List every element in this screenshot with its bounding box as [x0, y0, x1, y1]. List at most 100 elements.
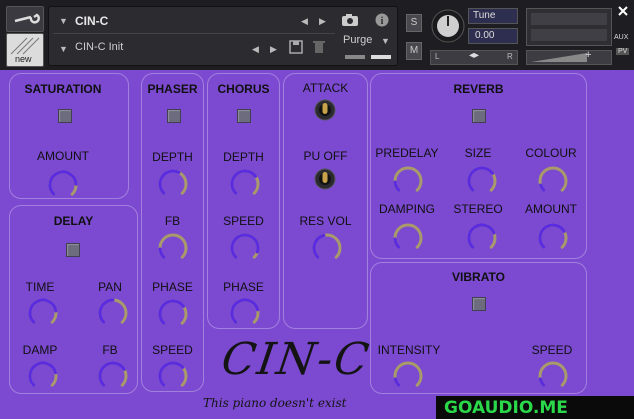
saturation-toggle[interactable] — [58, 109, 72, 123]
purge-indicator-1 — [345, 55, 365, 59]
snapshot-name[interactable]: CIN-C Init — [75, 41, 123, 53]
delay-title: DELAY — [53, 214, 94, 228]
chorus-toggle[interactable] — [237, 109, 251, 123]
phaser-toggle[interactable] — [167, 109, 181, 123]
vibrato-intensity-knob[interactable] — [391, 359, 425, 393]
pan-handle-icon[interactable]: ◂▸ — [469, 50, 479, 61]
knob-arc-icon — [467, 166, 497, 192]
reverb-predelay-label: PREDELAY — [375, 146, 439, 160]
purge-indicator-2 — [371, 55, 391, 59]
chorus-phase-knob[interactable] — [228, 296, 262, 330]
purge-dropdown-icon[interactable]: ▼ — [381, 36, 390, 46]
vibrato-title: VIBRATO — [452, 270, 505, 284]
knob-arc-icon — [98, 298, 128, 324]
delay-fb-knob[interactable] — [96, 359, 130, 393]
knob-arc-icon — [158, 299, 188, 325]
delay-damp-label: DAMP — [22, 343, 58, 357]
wrench-icon — [14, 13, 40, 24]
volume-handle-icon[interactable]: + — [585, 49, 591, 61]
phaser-depth-knob[interactable] — [156, 167, 190, 201]
phaser-phase-knob[interactable] — [156, 297, 190, 331]
wrench-button[interactable] — [6, 6, 44, 32]
aux-button[interactable]: AUX — [614, 34, 628, 41]
pan-slider[interactable]: L ◂▸ R — [430, 50, 518, 65]
knob-arc-icon — [158, 233, 188, 259]
chorus-speed-label: SPEED — [223, 214, 264, 228]
vibrato-toggle[interactable] — [472, 297, 486, 311]
chorus-phase-label: PHASE — [223, 280, 264, 294]
reverb-size-knob[interactable] — [465, 164, 499, 198]
attack-label: ATTACK — [302, 81, 349, 95]
pan-left-label: L — [435, 52, 440, 61]
tune-knob[interactable] — [430, 8, 466, 44]
delete-icon[interactable] — [313, 40, 325, 54]
phaser-depth-label: DEPTH — [152, 150, 193, 164]
instrument-next-icon[interactable]: ▶ — [319, 16, 326, 27]
instrument-dropdown-icon[interactable]: ▼ — [59, 16, 68, 26]
phaser-speed-label: SPEED — [152, 343, 193, 357]
saturation-amount-knob[interactable] — [46, 168, 80, 202]
snapshot-next-icon[interactable]: ▶ — [270, 44, 277, 55]
reverb-stereo-knob[interactable] — [465, 221, 499, 255]
instrument-prev-icon[interactable]: ◀ — [301, 16, 308, 27]
chorus-speed-knob[interactable] — [228, 231, 262, 265]
reverb-amount-label: AMOUNT — [525, 202, 577, 216]
reverb-panel: REVERB PREDELAY SIZE COLOUR DAMPING STER… — [370, 73, 587, 259]
tune-value: 0.00 — [475, 30, 495, 41]
close-icon — [618, 6, 628, 16]
phaser-phase-label: PHASE — [152, 280, 193, 294]
volume-slider[interactable]: + — [526, 49, 612, 65]
res-vol-label: RES VOL — [299, 214, 352, 228]
reverb-colour-knob[interactable] — [536, 164, 570, 198]
delay-pan-knob[interactable] — [96, 296, 130, 330]
tune-value-box[interactable]: 0.00 — [468, 28, 518, 44]
pu-off-toggle-switch[interactable] — [314, 167, 336, 191]
phaser-title: PHASER — [147, 82, 198, 96]
instrument-panel: ▼ CIN-C ◀ ▶ i ▼ CIN-C Init ◀ ▶ Purge ▼ — [48, 6, 398, 66]
delay-time-knob[interactable] — [26, 296, 60, 330]
attack-toggle-switch[interactable] — [314, 98, 336, 122]
mute-button[interactable]: M — [406, 42, 422, 60]
camera-icon[interactable] — [341, 13, 359, 27]
reverb-colour-label: COLOUR — [525, 146, 577, 160]
reverb-predelay-knob[interactable] — [391, 164, 425, 198]
snapshot-dropdown-icon[interactable]: ▼ — [59, 44, 68, 54]
chorus-title: CHORUS — [217, 82, 270, 96]
watermark-text: GOAUDIO.ME — [444, 398, 568, 418]
chorus-depth-knob[interactable] — [228, 167, 262, 201]
instrument-name[interactable]: CIN-C — [75, 14, 108, 28]
reverb-toggle[interactable] — [472, 109, 486, 123]
phaser-speed-knob[interactable] — [156, 359, 190, 393]
knob-arc-icon — [28, 361, 58, 387]
knob-arc-icon — [538, 361, 568, 387]
vibrato-speed-label: SPEED — [531, 343, 573, 357]
knob-arc-icon — [538, 223, 568, 249]
purge-menu[interactable]: Purge — [343, 34, 372, 46]
delay-damp-knob[interactable] — [26, 359, 60, 393]
svg-text:i: i — [381, 16, 384, 27]
vibrato-speed-knob[interactable] — [536, 359, 570, 393]
info-icon[interactable]: i — [375, 13, 389, 27]
pv-button[interactable]: PV — [616, 48, 630, 55]
reverb-amount-knob[interactable] — [536, 221, 570, 255]
knob-arc-icon — [538, 166, 568, 192]
res-vol-knob[interactable] — [310, 231, 344, 265]
close-button[interactable] — [616, 4, 630, 18]
phaser-fb-label: FB — [164, 214, 181, 228]
chorus-depth-label: DEPTH — [223, 150, 264, 164]
vibrato-panel: VIBRATO INTENSITY SPEED — [370, 262, 587, 394]
new-button[interactable]: new — [6, 33, 44, 67]
reverb-damping-knob[interactable] — [391, 221, 425, 255]
saturation-amount-label: AMOUNT — [37, 149, 89, 163]
knob-arc-icon — [393, 223, 423, 249]
phaser-fb-knob[interactable] — [156, 231, 190, 265]
solo-button[interactable]: S — [406, 14, 422, 32]
knob-arc-icon — [48, 170, 78, 196]
delay-toggle[interactable] — [66, 243, 80, 257]
vibrato-intensity-label: INTENSITY — [377, 343, 441, 357]
knob-arc-icon — [230, 233, 260, 259]
instrument-header: new ▼ CIN-C ◀ ▶ i ▼ CIN-C Init ◀ ▶ Purge… — [0, 0, 634, 70]
save-icon[interactable] — [289, 40, 303, 54]
knob-arc-icon — [393, 361, 423, 387]
snapshot-prev-icon[interactable]: ◀ — [252, 44, 259, 55]
